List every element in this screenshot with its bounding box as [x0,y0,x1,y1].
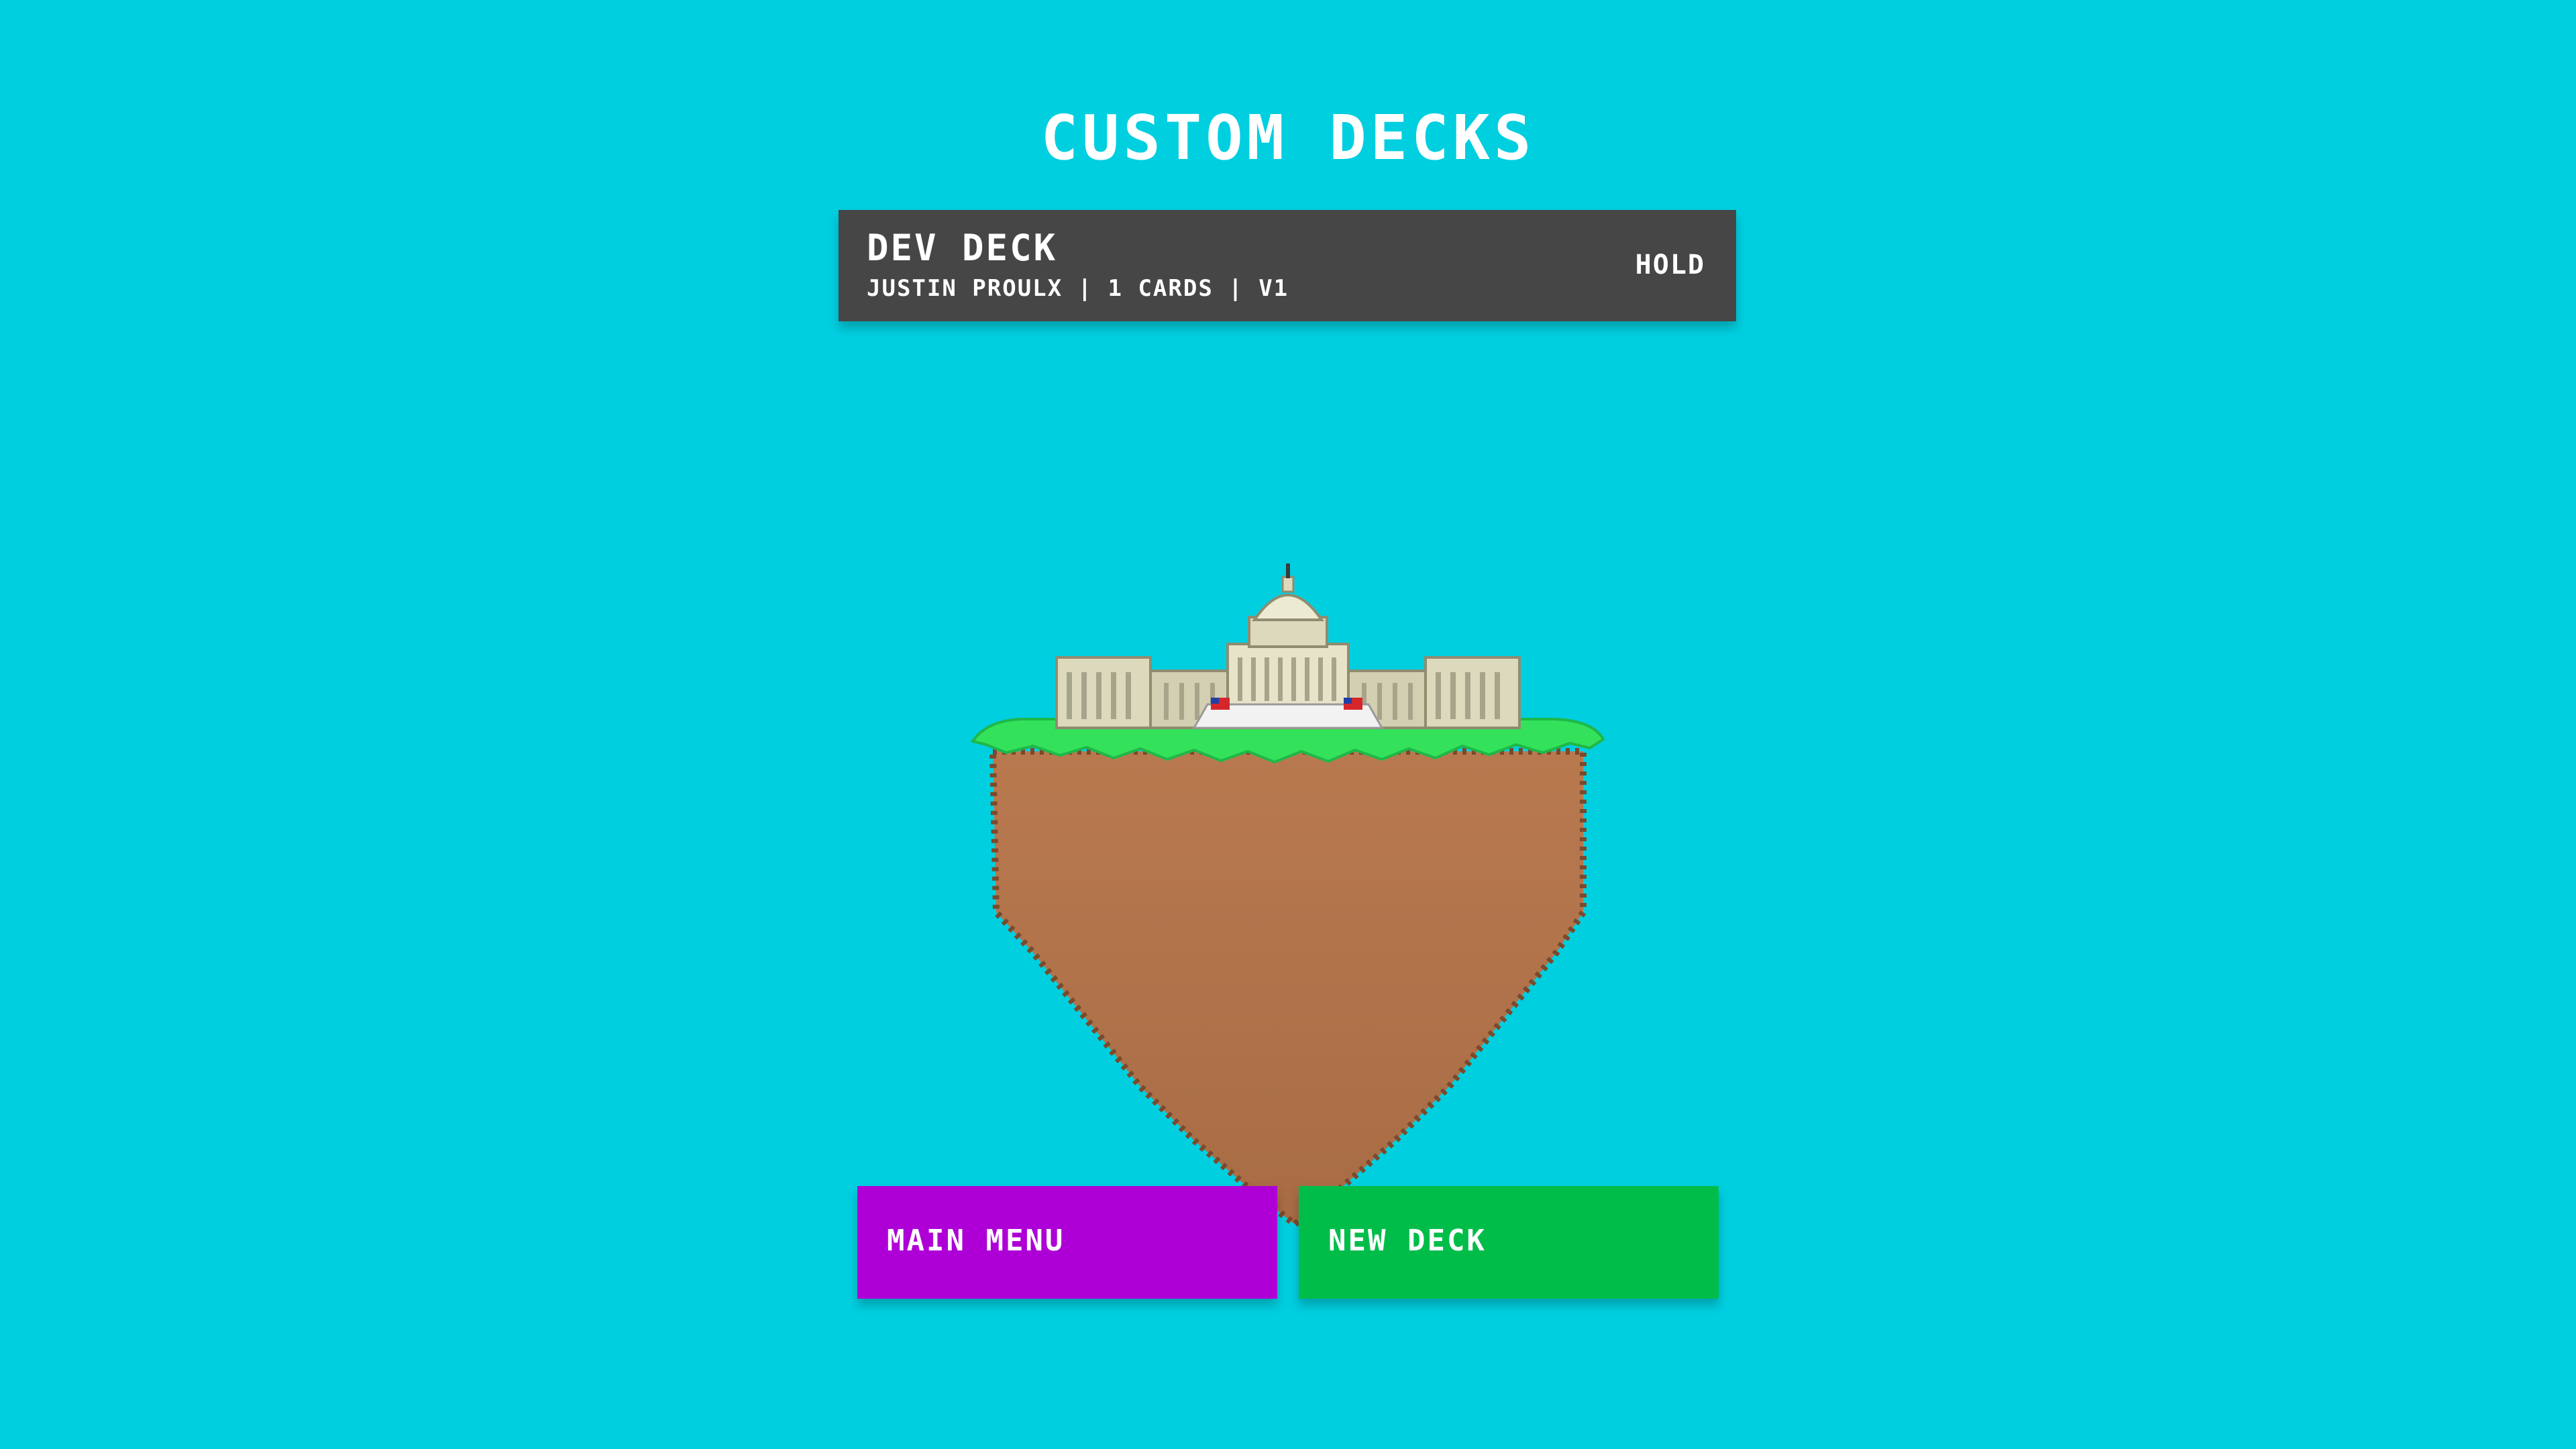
deck-name: DEV DECK [867,227,1058,269]
main-menu-button[interactable]: MAIN MENU [857,1186,1277,1299]
deck-meta: JUSTIN PROULX | 1 CARDS | V1 [867,275,1289,302]
new-deck-label: NEW DECK [1328,1224,1487,1258]
island-dirt [989,748,1587,1228]
capitol-building [1055,564,1521,729]
page-title: CUSTOM DECKS [1040,102,1536,174]
deck-hold-hint: HOLD [1635,250,1705,280]
deck-list-item-dev-deck[interactable]: DEV DECK JUSTIN PROULX | 1 CARDS | V1 HO… [839,210,1736,321]
custom-decks-screen: CUSTOM DECKS DEV DECK JUSTIN PROULX | 1 … [0,0,2576,1449]
main-menu-label: MAIN MENU [887,1224,1065,1258]
new-deck-button[interactable]: NEW DECK [1299,1186,1719,1299]
floating-island-capitol-icon [970,564,1605,1228]
